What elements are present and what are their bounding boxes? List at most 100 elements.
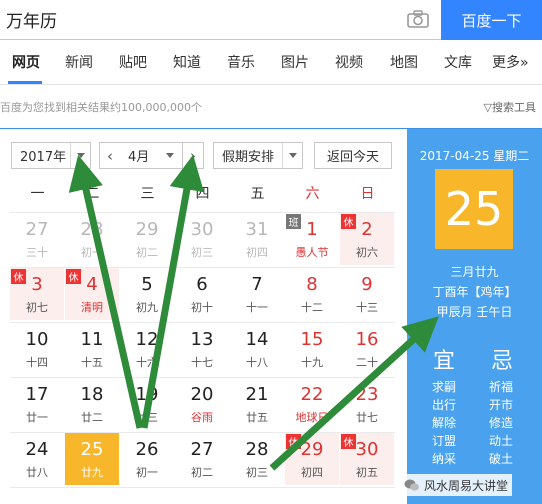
- filter-icon: ▽: [483, 101, 492, 114]
- tab-map[interactable]: 地图: [390, 52, 418, 72]
- day-detail-panel: 2017-04-25 星期二 25 三月廿九 丁酉年【鸡年】 甲辰月 壬午日 宜…: [407, 129, 542, 504]
- day-cell[interactable]: 23 廿七: [340, 378, 394, 430]
- day-number: 8: [306, 274, 318, 295]
- day-number: 28: [80, 219, 104, 240]
- day-cell[interactable]: 21 廿五: [230, 378, 284, 430]
- lunar-label: 十一: [246, 301, 268, 314]
- day-cell[interactable]: 27 三十: [10, 213, 64, 265]
- day-cell[interactable]: 5 初九: [120, 268, 174, 320]
- day-number: 4: [86, 274, 98, 295]
- tab-wenku[interactable]: 文库: [444, 52, 472, 72]
- year-select[interactable]: 2017年: [11, 142, 91, 169]
- tab-news[interactable]: 新闻: [65, 52, 93, 72]
- search-button[interactable]: 百度一下: [441, 0, 542, 40]
- lunar-label: 初四: [246, 246, 268, 259]
- ganzhi-year: 丁酉年【鸡年】: [432, 285, 517, 299]
- day-cell[interactable]: 14 十八: [230, 323, 284, 375]
- lunar-label: 十五: [81, 356, 103, 369]
- next-month-button[interactable]: ›: [182, 142, 204, 169]
- day-cell[interactable]: 30 初三: [175, 213, 229, 265]
- holiday-select[interactable]: 假期安排: [213, 142, 303, 169]
- day-cell[interactable]: 6 初十: [175, 268, 229, 320]
- lunar-label: 初十: [191, 301, 213, 314]
- ji-item: 修造: [489, 416, 514, 430]
- day-number: 15: [300, 329, 324, 350]
- day-cell[interactable]: 7 十一: [230, 268, 284, 320]
- lunar-label: 廿二: [81, 411, 103, 424]
- day-cell[interactable]: 29 初二: [120, 213, 174, 265]
- day-cell[interactable]: 28 初三: [230, 433, 284, 485]
- lunar-label: 初四: [301, 466, 323, 479]
- prev-month-button[interactable]: ‹: [99, 142, 121, 169]
- tab-tieba[interactable]: 贴吧: [119, 52, 147, 72]
- lunar-label: 愚人节: [295, 246, 329, 259]
- lunar-label: 清明: [81, 301, 103, 314]
- ji-item: 破土: [489, 452, 514, 466]
- day-number: 23: [355, 384, 379, 405]
- day-number: 10: [25, 329, 49, 350]
- day-number: 21: [245, 384, 269, 405]
- search-tabs: 网页 新闻 贴吧 知道 音乐 图片 视频 地图 文库 更多»: [0, 52, 542, 82]
- day-cell[interactable]: 15 十九: [285, 323, 339, 375]
- tab-music[interactable]: 音乐: [227, 52, 255, 72]
- ji-heading: 忌: [491, 349, 514, 374]
- day-cell[interactable]: 12 十六: [120, 323, 174, 375]
- tab-video[interactable]: 视频: [335, 52, 363, 72]
- tab-web[interactable]: 网页: [12, 52, 40, 72]
- day-cell[interactable]: 休 29 初四: [285, 433, 339, 485]
- day-cell[interactable]: 17 廿一: [10, 378, 64, 430]
- month-select[interactable]: 4月: [120, 142, 182, 169]
- lunar-label: 十二: [301, 301, 323, 314]
- day-cell[interactable]: 22 地球日: [285, 378, 339, 430]
- day-cell-today[interactable]: 25 廿九: [65, 433, 119, 485]
- day-number: 17: [25, 384, 49, 405]
- weekday-label: 六: [305, 186, 320, 202]
- day-cell[interactable]: 16 二十: [340, 323, 394, 375]
- day-number: 29: [135, 219, 159, 240]
- day-cell[interactable]: 休 3 初七: [10, 268, 64, 320]
- day-number: 2: [361, 219, 373, 240]
- day-number: 27: [25, 219, 49, 240]
- chevron-down-icon: [160, 143, 180, 168]
- camera-icon[interactable]: [407, 9, 429, 29]
- day-cell[interactable]: 8 十二: [285, 268, 339, 320]
- day-number: 5: [141, 274, 153, 295]
- ji-item: 开市: [489, 398, 514, 412]
- day-cell[interactable]: 11 十五: [65, 323, 119, 375]
- lunar-label: 廿五: [246, 411, 268, 424]
- day-cell[interactable]: 休 2 初六: [340, 213, 394, 265]
- weekday-label: 一: [30, 186, 45, 202]
- day-cell[interactable]: 27 初二: [175, 433, 229, 485]
- lunar-label: 十七: [191, 356, 213, 369]
- day-cell[interactable]: 10 十四: [10, 323, 64, 375]
- day-cell[interactable]: 18 廿二: [65, 378, 119, 430]
- weekday-label: 三: [140, 186, 155, 202]
- weekday-label: 五: [250, 186, 265, 202]
- day-cell[interactable]: 31 初四: [230, 213, 284, 265]
- day-number: 24: [25, 439, 49, 460]
- day-cell[interactable]: 24 廿八: [10, 433, 64, 485]
- lunar-label: 地球日: [295, 411, 329, 424]
- day-cell[interactable]: 20 谷雨: [175, 378, 229, 430]
- day-cell[interactable]: 26 初一: [120, 433, 174, 485]
- day-cell[interactable]: 班 1 愚人节: [285, 213, 339, 265]
- big-day-number: 25: [435, 169, 513, 249]
- yi-item: 求嗣: [432, 380, 457, 394]
- day-cell[interactable]: 28 初一: [65, 213, 119, 265]
- tab-zhidao[interactable]: 知道: [173, 52, 201, 72]
- day-number: 26: [135, 439, 159, 460]
- day-cell[interactable]: 19 廿三: [120, 378, 174, 430]
- tab-images[interactable]: 图片: [281, 52, 309, 72]
- day-cell[interactable]: 休 4 清明: [65, 268, 119, 320]
- day-cell[interactable]: 9 十三: [340, 268, 394, 320]
- day-cell[interactable]: 休 30 初五: [340, 433, 394, 485]
- back-to-today-button[interactable]: 返回今天: [314, 142, 392, 169]
- tab-more[interactable]: 更多»: [492, 52, 529, 72]
- grid-line: [10, 487, 395, 488]
- search-tools-link[interactable]: ▽搜索工具: [484, 99, 536, 115]
- lunar-date: 三月廿九: [450, 265, 499, 279]
- ganzhi-month-day: 甲辰月 壬午日: [436, 305, 513, 319]
- search-input[interactable]: [0, 0, 441, 40]
- day-cell[interactable]: 13 十七: [175, 323, 229, 375]
- weekday-label: 二: [85, 186, 100, 202]
